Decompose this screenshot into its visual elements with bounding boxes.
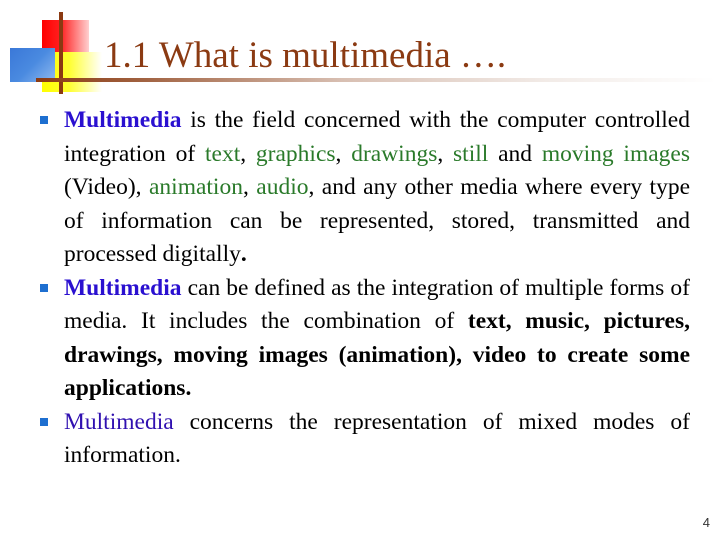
text-segment: Multimedia: [64, 274, 182, 301]
text-segment: moving images: [541, 140, 690, 167]
text-segment: and: [488, 140, 542, 167]
bullet-text: Multimedia concerns the representation o…: [64, 409, 690, 469]
square-bullet-icon: [40, 116, 48, 124]
text-segment: ,: [335, 140, 352, 167]
text-segment: ,: [240, 140, 256, 167]
text-segment: ,: [437, 140, 454, 167]
slide-logo: [0, 0, 110, 100]
text-segment: drawings: [351, 140, 438, 167]
text-segment: graphics: [255, 140, 336, 167]
text-segment: .: [240, 241, 247, 267]
text-segment: Multimedia: [64, 107, 182, 133]
text-segment: ,: [242, 174, 257, 200]
page-number: 4: [702, 515, 710, 530]
bullet-text: Multimedia can be defined as the integra…: [64, 275, 690, 402]
logo-blue-square: [10, 48, 55, 82]
bullet-text: Multimedia is the field concerned with t…: [64, 107, 690, 267]
bullet-list: Multimedia is the field concerned with t…: [40, 104, 690, 473]
text-segment: (Video),: [64, 174, 149, 200]
square-bullet-icon: [40, 417, 48, 426]
bullet-item: Multimedia concerns the representation o…: [40, 406, 690, 473]
title-underline: [36, 78, 716, 82]
text-segment: audio: [256, 174, 309, 200]
slide-title: 1.1 What is multimedia ….: [104, 35, 507, 76]
bullet-item: Multimedia is the field concerned with t…: [40, 104, 690, 272]
bullet-item: Multimedia can be defined as the integra…: [40, 272, 690, 406]
text-segment: Multimedia: [64, 408, 174, 435]
text-segment: still: [453, 140, 489, 167]
text-segment: text: [204, 140, 241, 167]
square-bullet-icon: [40, 283, 48, 292]
text-segment: animation: [148, 174, 243, 200]
